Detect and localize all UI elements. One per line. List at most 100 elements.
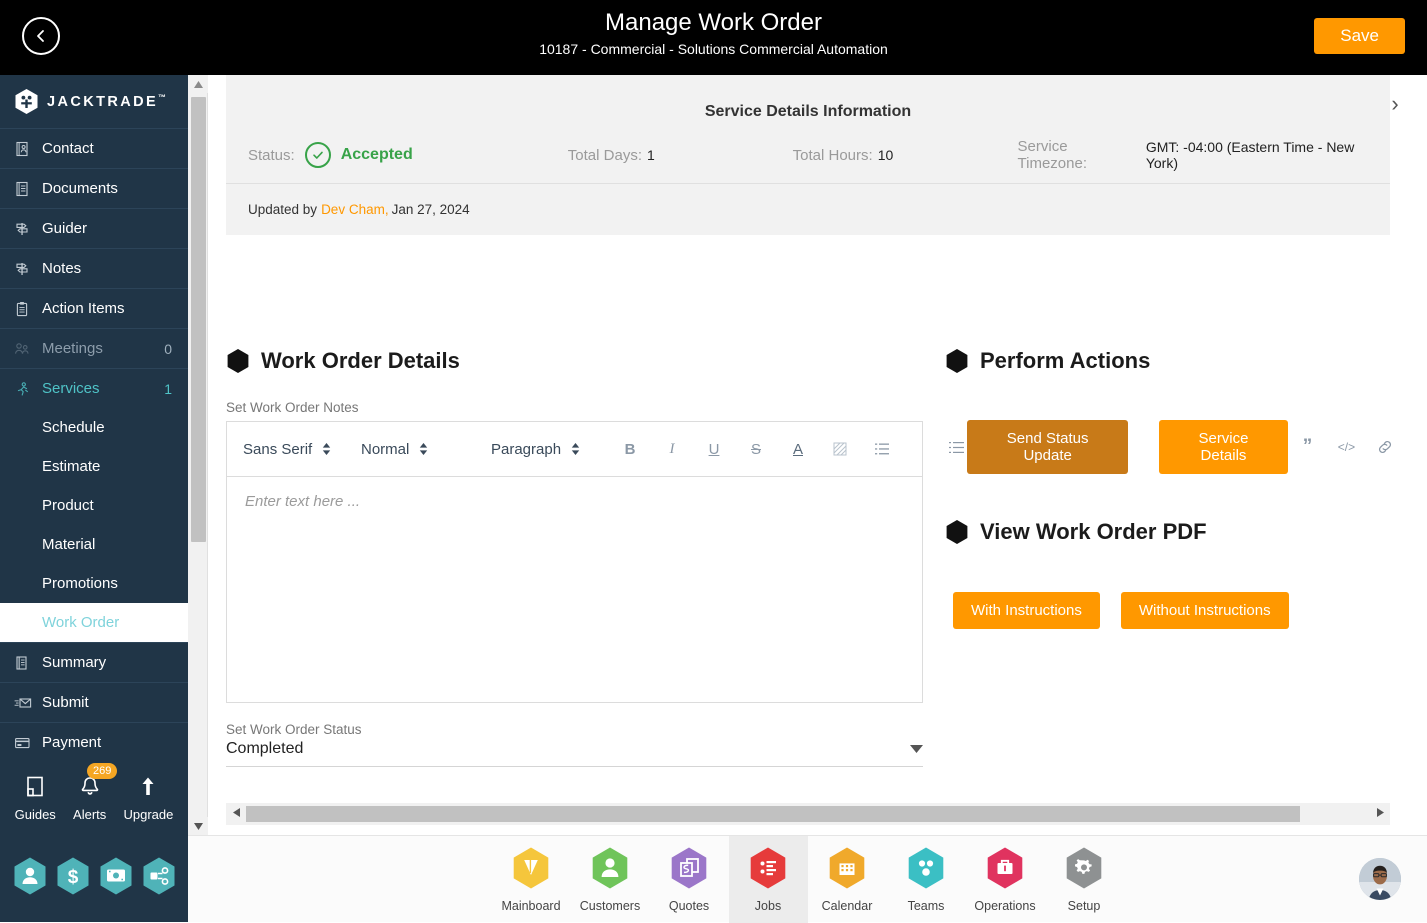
upgrade-button[interactable]: Upgrade [123, 775, 173, 822]
sidebar-item-contact[interactable]: Contact [0, 128, 188, 168]
bullet-list-icon[interactable] [945, 441, 967, 454]
svg-text:$: $ [67, 867, 78, 888]
with-instructions-button[interactable]: With Instructions [953, 592, 1100, 629]
timezone-field: Service Timezone: GMT: -04:00 (Eastern T… [1018, 138, 1390, 172]
bold-icon[interactable]: B [609, 441, 651, 458]
alerts-label: Alerts [73, 807, 106, 822]
bottom-nav-customers[interactable]: Customers [571, 836, 650, 923]
bottom-nav-mainboard[interactable]: Mainboard [492, 836, 571, 923]
bottom-nav-operations[interactable]: Operations [966, 836, 1045, 923]
content-vertical-scrollbar[interactable] [188, 75, 208, 835]
horizontal-scroll-thumb[interactable] [246, 806, 1300, 822]
section-title: View Work Order PDF [980, 519, 1207, 545]
customers-hex-icon [590, 846, 630, 895]
sidebar-item-submit[interactable]: Submit [0, 682, 188, 722]
ordered-list-icon[interactable] [861, 442, 903, 456]
person-hex-icon[interactable] [12, 856, 48, 901]
text-color-icon[interactable]: A [777, 441, 819, 458]
font-size-value: Normal [361, 441, 409, 458]
dollar-hex-icon[interactable]: $ [55, 856, 91, 901]
view-pdf-buttons: With Instructions Without Instructions [945, 592, 1405, 629]
bottom-nav-label: Customers [580, 899, 640, 913]
send-status-update-button[interactable]: Send Status Update [967, 420, 1128, 474]
bottom-nav-label: Quotes [669, 899, 709, 913]
bottom-nav-label: Setup [1068, 899, 1101, 913]
scroll-down-arrow-icon[interactable] [188, 817, 208, 835]
font-family-select[interactable]: Sans Serif [243, 441, 361, 458]
alerts-button[interactable]: 269 Alerts [73, 775, 106, 822]
total-days-field: Total Days: 1 [568, 147, 793, 164]
submit-mail-icon [14, 695, 36, 711]
timezone-value: GMT: -04:00 (Eastern Time - New York) [1146, 139, 1390, 171]
sidebar-subitem-estimate[interactable]: Estimate [0, 447, 188, 486]
bottom-nav-quotes[interactable]: Quotes [650, 836, 729, 923]
bottom-nav-label: Jobs [755, 899, 781, 913]
calendar-hex-icon [827, 846, 867, 895]
sidebar-subitem-schedule[interactable]: Schedule [0, 408, 188, 447]
sidebar-item-action-items[interactable]: Action Items [0, 288, 188, 328]
service-details-button[interactable]: Service Details [1159, 420, 1288, 474]
sidebar-utilities: Guides 269 Alerts Upgrade [0, 767, 188, 829]
scroll-up-arrow-icon[interactable] [188, 75, 208, 93]
vertical-scroll-thumb[interactable] [191, 97, 206, 542]
underline-icon[interactable]: U [693, 441, 735, 458]
updated-user[interactable]: Dev Cham, [321, 202, 389, 217]
quotes-hex-icon [669, 846, 709, 895]
check-circle-icon [305, 142, 331, 168]
without-instructions-button[interactable]: Without Instructions [1121, 592, 1289, 629]
bottom-nav-jobs[interactable]: Jobs [729, 836, 808, 923]
sidebar-item-count: 1 [164, 381, 188, 397]
work-order-status-select[interactable]: Set Work Order Status Completed [226, 722, 923, 767]
sidebar-subitem-work-order[interactable]: Work Order [0, 603, 188, 642]
save-button[interactable]: Save [1314, 18, 1405, 54]
updated-date: Jan 27, 2024 [392, 202, 470, 217]
content-horizontal-scrollbar[interactable] [226, 803, 1390, 825]
sidebar-subitem-material[interactable]: Material [0, 525, 188, 564]
horizontal-scroll-track[interactable] [246, 806, 1370, 822]
status-value: Accepted [341, 146, 413, 164]
guides-button[interactable]: Guides [15, 775, 56, 822]
bottom-nav-label: Teams [908, 899, 945, 913]
sidebar-item-services[interactable]: Services 1 [0, 368, 188, 408]
block-format-select[interactable]: Paragraph [491, 441, 609, 458]
hexagon-bullet-icon [226, 348, 250, 374]
scroll-right-arrow-icon[interactable] [1370, 808, 1390, 820]
work-order-notes-input[interactable]: Enter text here ... [227, 477, 922, 702]
editor-toolbar: Sans Serif Normal Paragraph B I U S A [227, 422, 922, 477]
up-arrow-icon [137, 786, 159, 803]
code-block-icon[interactable]: </> [1327, 440, 1366, 454]
bottom-nav-teams[interactable]: Teams [887, 836, 966, 923]
sidebar-item-meetings[interactable]: Meetings 0 [0, 328, 188, 368]
blockquote-icon[interactable]: ” [1288, 436, 1327, 458]
status-select-row[interactable]: Completed [226, 740, 923, 767]
guides-label: Guides [15, 807, 56, 822]
updown-caret-icon [419, 442, 428, 456]
money-transfer-hex-icon[interactable] [98, 856, 134, 901]
font-size-select[interactable]: Normal [361, 441, 491, 458]
summary-icon [14, 655, 36, 671]
work-order-notes-label: Set Work Order Notes [226, 400, 359, 415]
workflow-hex-icon[interactable] [141, 856, 177, 901]
service-details-title: Service Details Information [226, 75, 1390, 121]
bottom-nav-setup[interactable]: Setup [1045, 836, 1124, 923]
sidebar-item-notes[interactable]: Notes [0, 248, 188, 288]
sidebar-item-guider[interactable]: Guider [0, 208, 188, 248]
bottom-nav-calendar[interactable]: Calendar [808, 836, 887, 923]
hexagon-bullet-icon [945, 519, 969, 545]
user-avatar[interactable] [1359, 858, 1401, 900]
sidebar-subitem-promotions[interactable]: Promotions [0, 564, 188, 603]
sidebar-item-documents[interactable]: Documents [0, 168, 188, 208]
sidebar-subitem-product[interactable]: Product [0, 486, 188, 525]
link-icon[interactable] [1366, 439, 1405, 455]
total-hours-field: Total Hours: 10 [793, 147, 1018, 164]
italic-icon[interactable]: I [651, 441, 693, 458]
brand-logo[interactable]: JACKTRADE™ [0, 75, 188, 128]
page-subtitle: 10187 - Commercial - Solutions Commercia… [0, 39, 1427, 59]
sidebar-item-payment[interactable]: Payment [0, 722, 188, 762]
work-order-details-header: Work Order Details [226, 348, 460, 374]
strikethrough-icon[interactable]: S [735, 441, 777, 458]
sidebar-item-summary[interactable]: Summary [0, 642, 188, 682]
highlight-color-icon[interactable] [819, 441, 861, 457]
editor-placeholder: Enter text here ... [245, 493, 360, 510]
scroll-left-arrow-icon[interactable] [226, 808, 246, 820]
